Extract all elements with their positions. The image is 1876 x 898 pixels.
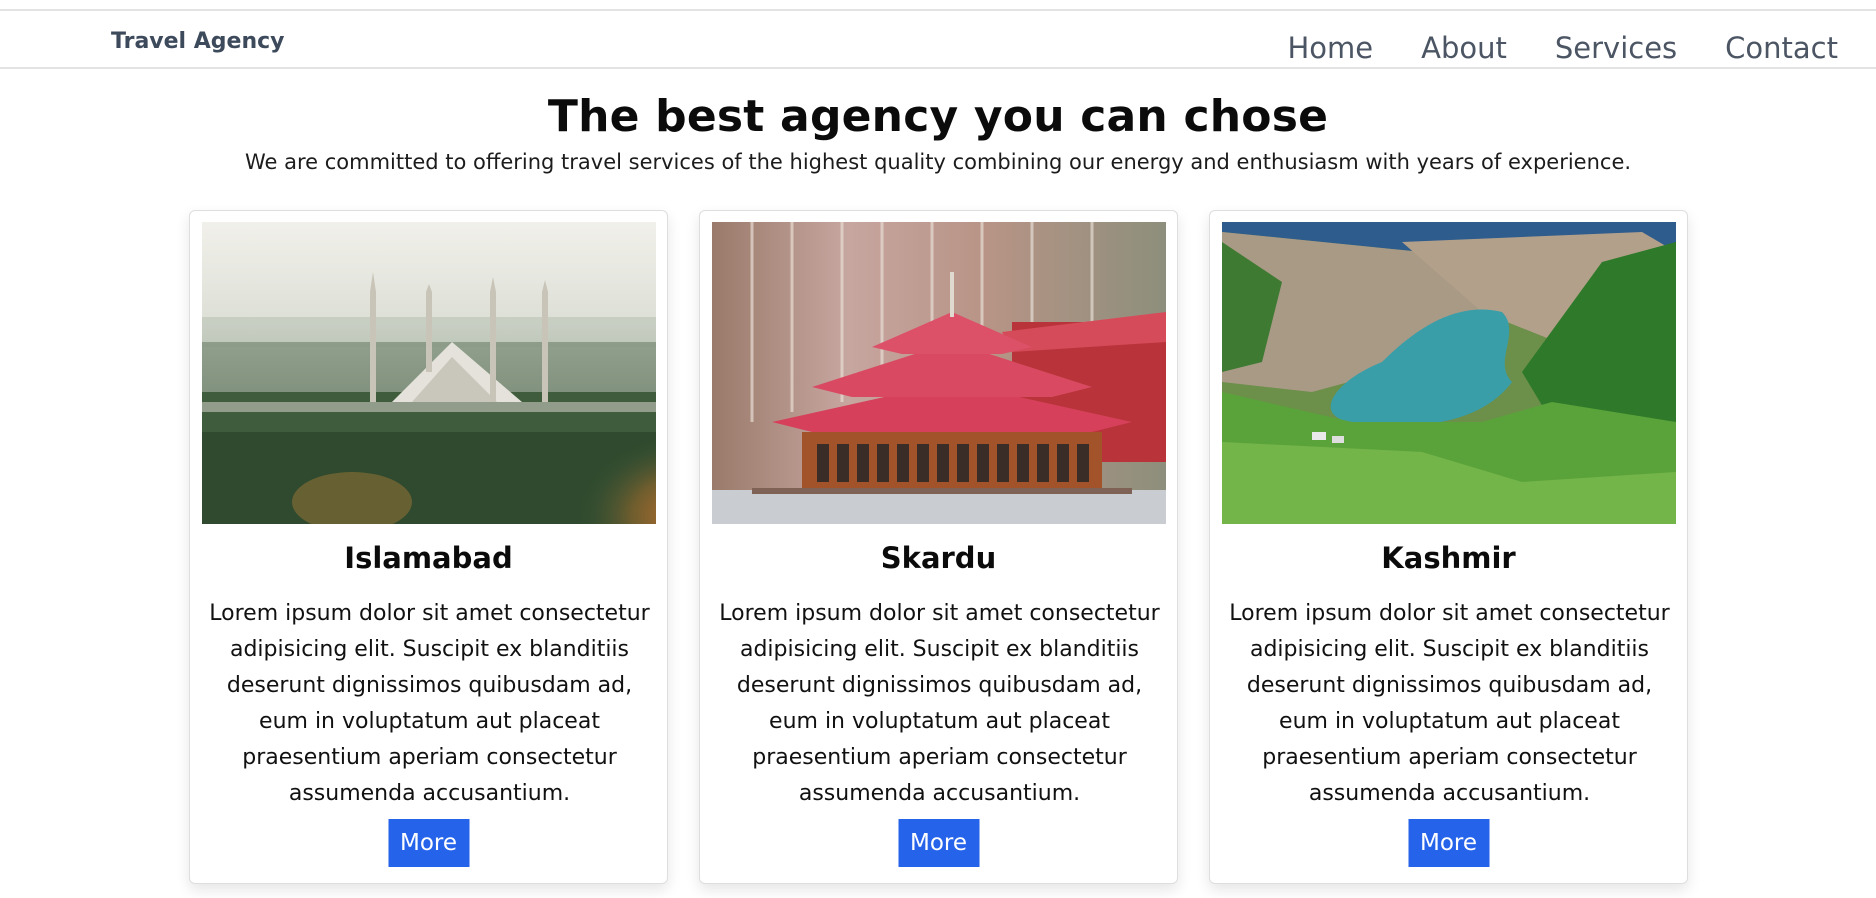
site-header: Travel Agency Home About Services Contac… (0, 11, 1876, 69)
destination-card-islamabad: Islamabad Lorem ipsum dolor sit amet con… (189, 210, 668, 884)
destination-cards: Islamabad Lorem ipsum dolor sit amet con… (189, 210, 1688, 884)
more-button-skardu[interactable]: More (898, 819, 979, 867)
islamabad-image (202, 222, 656, 524)
card-title: Islamabad (344, 541, 513, 575)
pagoda-photo (712, 222, 1166, 524)
brand-logo[interactable]: Travel Agency (111, 29, 285, 54)
card-title: Kashmir (1381, 541, 1516, 575)
more-button-kashmir[interactable]: More (1408, 819, 1489, 867)
more-button-islamabad[interactable]: More (388, 819, 469, 867)
main-nav: Home About Services Contact (1287, 32, 1838, 65)
card-description: Lorem ipsum dolor sit amet consectetur a… (1229, 601, 1670, 806)
card-description: Lorem ipsum dolor sit amet consectetur a… (209, 601, 650, 806)
nav-services-link[interactable]: Services (1555, 32, 1677, 65)
destination-card-skardu: Skardu Lorem ipsum dolor sit amet consec… (699, 210, 1178, 884)
page-title: The best agency you can chose (547, 91, 1329, 142)
skardu-image (712, 222, 1166, 524)
nav-home-link[interactable]: Home (1287, 32, 1373, 65)
kashmir-image (1222, 222, 1676, 524)
mosque-photo (202, 222, 656, 524)
card-title: Skardu (880, 541, 997, 575)
page-subtitle: We are committed to offering travel serv… (244, 150, 1632, 174)
nav-about-link[interactable]: About (1421, 32, 1507, 65)
nav-contact-link[interactable]: Contact (1725, 32, 1838, 65)
card-description: Lorem ipsum dolor sit amet consectetur a… (719, 601, 1160, 806)
lake-valley-photo (1222, 222, 1676, 524)
destination-card-kashmir: Kashmir Lorem ipsum dolor sit amet conse… (1209, 210, 1688, 884)
